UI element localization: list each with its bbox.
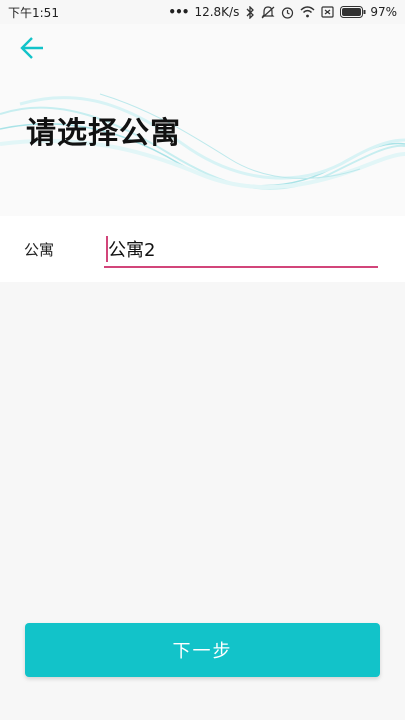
no-sim-icon [321, 6, 334, 18]
back-button[interactable] [14, 32, 50, 68]
arrow-left-icon [18, 34, 46, 66]
status-bar: 下午1:51 ••• 12.8K/s 97% [0, 0, 405, 24]
header: 请选择公寓 [0, 24, 405, 216]
battery: 97% [340, 5, 397, 19]
screen: 下午1:51 ••• 12.8K/s 97% 请选择公寓 公寓 公寓2 下一步 [0, 0, 405, 720]
apartment-label: 公寓 [24, 241, 55, 259]
mute-icon [261, 5, 275, 19]
status-time: 下午1:51 [8, 5, 59, 20]
status-dots: ••• [168, 5, 189, 19]
wifi-icon [300, 6, 315, 18]
page-title: 请选择公寓 [26, 116, 181, 151]
bluetooth-icon [245, 5, 255, 19]
next-button[interactable]: 下一步 [25, 623, 380, 677]
apartment-input[interactable] [104, 232, 378, 266]
alarm-icon [281, 6, 294, 19]
apartment-field [104, 232, 378, 268]
apartment-row: 公寓 [0, 216, 405, 282]
battery-icon [340, 6, 366, 18]
battery-percent: 97% [370, 5, 397, 19]
network-speed: 12.8K/s [194, 5, 240, 19]
